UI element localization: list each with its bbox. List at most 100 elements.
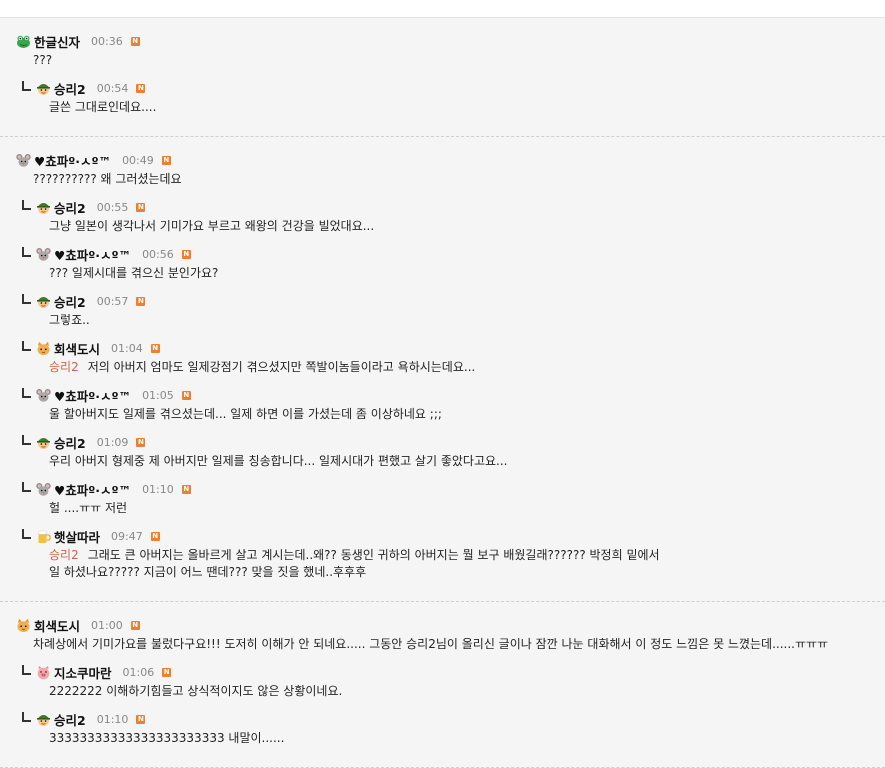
comment-body: 그래도 큰 아버지는 올바르게 살고 계시는데..왜?? 동생인 귀하의 아버지… <box>87 548 660 562</box>
comment-text: 33333333333333333333333 내말이...... <box>49 730 284 747</box>
comment-time: 00:54 <box>96 81 129 95</box>
comment-text: 승리2 저의 아버지 엄마도 일제강점기 겪으셨지만 쪽발이놈들이라고 욕하시는데… <box>49 359 475 376</box>
reply-arrow-icon <box>22 388 31 398</box>
comment-header: ♥쵸파º·ㅅº™ 00:56 N <box>22 245 191 264</box>
new-badge-icon: N <box>130 620 140 630</box>
comment-thread: ♥쵸파º·ㅅº™ 00:49 N ?????????? 왜 그러셨는데요승리2 00:5… <box>0 137 885 602</box>
comment-body: 울 할아버지도 일제를 겪으셨는데... 일제 하면 이를 가셨는데 좀 이상하… <box>49 407 442 421</box>
cat-avatar-icon <box>16 618 31 633</box>
mouse-avatar-icon <box>16 153 31 168</box>
comment-text: 차례상에서 기미가요를 불렀다구요!!! 도저히 이해가 안 되네요..... … <box>33 636 828 653</box>
boy-avatar-icon <box>36 435 51 450</box>
comment-time: 00:36 <box>91 34 123 48</box>
comment-text: 글쓴 그대로인데요.... <box>49 99 156 116</box>
comment-body: 그렇죠.. <box>49 313 90 327</box>
new-badge-icon: N <box>136 83 146 93</box>
author-name[interactable]: 한글신자 <box>34 32 80 51</box>
comment-header: 회색도시 01:00 N <box>16 616 140 635</box>
comment-body: 33333333333333333333333 내말이...... <box>49 731 285 745</box>
comment-body: ?????????? 왜 그러셨는데요 <box>33 172 182 186</box>
comment-thread: 회색도시 01:00 N 차례상에서 기미가요를 불렀다구요!!! 도저히 이해가 안… <box>0 602 885 768</box>
comment-time: 01:10 <box>96 712 129 726</box>
mouse-avatar-icon <box>36 388 51 403</box>
reply-arrow-icon <box>22 529 31 539</box>
author-name[interactable]: 회색도시 <box>34 616 80 635</box>
reply-arrow-icon <box>22 665 31 675</box>
reply-comment: 승리2 00:57 N 그렇죠.. <box>16 290 885 337</box>
reply-arrow-icon <box>22 247 31 257</box>
new-badge-icon: N <box>136 202 146 212</box>
new-badge-icon: N <box>136 437 146 447</box>
reply-comment: 회색도시 01:04 N 승리2 저의 아버지 엄마도 일제강점기 겪으셨지만 쪽발이놈… <box>16 337 885 384</box>
new-badge-icon: N <box>136 296 146 306</box>
reply-comment: 승리2 00:55 N 그냥 일본이 생각나서 기미가요 부르고 왜왕의 건강을 빌었… <box>16 196 885 243</box>
author-name[interactable]: 지소쿠마란 <box>54 663 112 682</box>
comment-header: 회색도시 01:04 N <box>22 339 160 358</box>
boy-avatar-icon <box>36 712 51 727</box>
reply-comment: 승리2 01:09 N 우리 아버지 형제중 제 아버지만 일제를 칭송합니다... … <box>16 431 885 478</box>
top-bar <box>0 0 885 18</box>
author-name[interactable]: 회색도시 <box>54 339 100 358</box>
comment-text: 승리2 그래도 큰 아버지는 올바르게 살고 계시는데..왜?? 동생인 귀하의 … <box>49 547 660 581</box>
comment-time: 01:00 <box>91 618 123 632</box>
comment-body: 그냥 일본이 생각나서 기미가요 부르고 왜왕의 건강을 빌었대요... <box>49 219 375 233</box>
author-name[interactable]: 승리2 <box>54 198 86 217</box>
reply-arrow-icon <box>22 81 31 91</box>
comment-time: 09:47 <box>111 529 143 543</box>
comment-header: ♥쵸파º·ㅅº™ 01:10 N <box>22 480 191 499</box>
reply-arrow-icon <box>22 341 31 351</box>
comment-header: 한글신자 00:36 N <box>16 32 140 51</box>
author-name[interactable]: ♥쵸파º·ㅅº™ <box>54 386 131 405</box>
author-name[interactable]: 햇살따라 <box>54 527 100 546</box>
mention-link[interactable]: 승리2 <box>49 548 79 562</box>
reply-comment: 지소쿠마란 01:06 N 2222222 이해하기힘들고 상식적이지도 않은 상황이… <box>16 661 885 708</box>
reply-comment: ♥쵸파º·ㅅº™ 01:05 N 울 할아버지도 일제를 겪으셨는데... 일제 하면… <box>16 384 885 431</box>
author-name[interactable]: 승리2 <box>54 292 86 311</box>
author-name[interactable]: ♥쵸파º·ㅅº™ <box>54 480 131 499</box>
comment-text: 그냥 일본이 생각나서 기미가요 부르고 왜왕의 건강을 빌었대요... <box>49 218 374 235</box>
comment-body: 저의 아버지 엄마도 일제강점기 겪으셨지만 쪽발이놈들이라고 욕하시는데요..… <box>87 360 476 374</box>
comment-header: 지소쿠마란 01:06 N <box>22 663 172 682</box>
comment-header: 승리2 00:54 N <box>22 79 146 98</box>
author-name[interactable]: ♥쵸파º·ㅅº™ <box>54 245 131 264</box>
comment-time: 01:04 <box>111 341 143 355</box>
reply-arrow-icon <box>22 482 31 492</box>
new-badge-icon: N <box>181 249 191 259</box>
comment: ♥쵸파º·ㅅº™ 00:49 N ?????????? 왜 그러셨는데요 <box>16 149 885 196</box>
comment-list: 한글신자 00:36 N??? 승리2 00:54 N 글쓴 그대로인데요.... ♥쵸파º·… <box>0 18 885 768</box>
mouse-avatar-icon <box>36 482 51 497</box>
comment-header: 승리2 00:57 N <box>22 292 146 311</box>
comment-body: ??? 일제시대를 겪으신 분인가요? <box>49 266 219 280</box>
new-badge-icon: N <box>136 714 146 724</box>
cat-avatar-icon <box>36 341 51 356</box>
author-name[interactable]: 승리2 <box>54 710 86 729</box>
comment-text: 헐 ....ㅠㅠ 저런 <box>49 500 127 517</box>
boy-avatar-icon <box>36 81 51 96</box>
pig-avatar-icon <box>36 665 51 680</box>
comment-body: ??? <box>33 53 53 67</box>
comment-time: 00:55 <box>96 200 129 214</box>
frog-avatar-icon <box>16 34 31 49</box>
comment-text: ??? 일제시대를 겪으신 분인가요? <box>49 265 218 282</box>
new-badge-icon: N <box>162 667 172 677</box>
comment-time: 00:49 <box>122 153 154 167</box>
comment-text: 우리 아버지 형제중 제 아버지만 일제를 칭송합니다... 일제시대가 편했고… <box>49 453 507 470</box>
comment-thread: 한글신자 00:36 N??? 승리2 00:54 N 글쓴 그대로인데요.... <box>0 18 885 137</box>
comment-time: 00:57 <box>96 294 129 308</box>
author-name[interactable]: 승리2 <box>54 79 86 98</box>
comment-text: 울 할아버지도 일제를 겪으셨는데... 일제 하면 이를 가셨는데 좀 이상하… <box>49 406 442 423</box>
comment-header: 햇살따라 09:47 N <box>22 527 160 546</box>
comment: 회색도시 01:00 N 차례상에서 기미가요를 불렀다구요!!! 도저히 이해가 안… <box>16 614 885 661</box>
reply-comment: 햇살따라 09:47 N 승리2 그래도 큰 아버지는 올바르게 살고 계시는데..왜?… <box>16 525 885 589</box>
author-name[interactable]: ♥쵸파º·ㅅº™ <box>34 151 111 170</box>
comment-header: 승리2 00:55 N <box>22 198 146 217</box>
mention-link[interactable]: 승리2 <box>49 360 79 374</box>
author-name[interactable]: 승리2 <box>54 433 86 452</box>
comment-text: 그렇죠.. <box>49 312 90 329</box>
new-badge-icon: N <box>161 155 171 165</box>
comment-time: 01:10 <box>142 482 174 496</box>
comment-body: 글쓴 그대로인데요.... <box>49 100 157 114</box>
comment: 한글신자 00:36 N??? <box>16 30 885 77</box>
comment-body: 헐 ....ㅠㅠ 저런 <box>49 501 128 515</box>
comment-time: 01:05 <box>142 388 174 402</box>
